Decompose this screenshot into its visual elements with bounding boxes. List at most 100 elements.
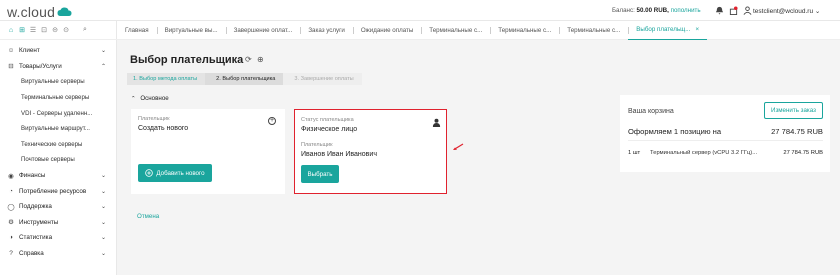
tab-label: Терминальные с... [429,26,483,34]
cart-item-qty: 1 шт [628,150,641,156]
section-header[interactable]: ⌃ Основное [131,95,169,102]
tab[interactable]: Ожидание оплаты [352,21,421,40]
plus-circle-icon[interactable]: + [268,117,276,125]
payer-label: Плательщик [301,142,333,148]
search-icon[interactable]: ⌕ [81,26,89,34]
payer-value: Создать нового [138,125,189,132]
new-payer-card: Плательщик Создать нового + Добавить нов… [131,109,285,194]
person-icon [432,118,441,127]
sidebar-subitem[interactable]: Почтовые серверы [0,152,117,168]
tab-label: Ожидание оплаты [360,26,414,34]
sidebar-item-label: Инструменты [19,218,59,226]
tab[interactable]: Терминальные с... [490,21,559,40]
dashboard-icon[interactable]: ⊡ [40,26,48,34]
sidebar-item[interactable]: ☺ Клиент ⌄ [0,43,117,59]
payer-label: Плательщик [138,116,170,122]
cart-icon: ⊟ [8,63,14,71]
chevron-down-icon: ⌄ [100,48,106,55]
cart-item-name: Терминальный сервер (vCPU 3.2 ГГц)... [650,150,758,156]
sidebar-item[interactable]: ⊟ Товары/Услуги ⌃ [0,59,117,75]
add-new-payer-button[interactable]: Добавить нового [138,164,212,182]
add-new-payer-label: Добавить нового [156,169,205,177]
tab[interactable]: Завершение оплат... [225,21,301,40]
toolbar: ⌂ ⊞ ☰ ⊡ ⊝ ⊙ ⌕ [0,21,117,40]
sidebar-item-label: Финансы [19,172,46,180]
sidebar-item[interactable]: ◔ Потребление ресурсов ⌄ [0,183,117,199]
logo-text: w.cloud [7,4,56,20]
menu-icon[interactable]: ⊙ [62,26,70,34]
balance-value: 50.00 RUB, [636,7,669,14]
cart-panel: Ваша корзина Изменить заказ Оформляем 1 … [620,95,830,172]
sidebar-item-label: Поддержка [19,203,52,211]
circle-icon[interactable]: ⊝ [51,26,59,34]
chevron-up-icon: ⌃ [100,63,106,70]
sidebar-item-label: Потребление ресурсов [19,187,87,195]
tab[interactable]: Главная [117,21,157,40]
balance-label: Баланс: [612,7,635,14]
sidebar-subitem[interactable]: Терминальные серверы [0,90,117,106]
payer-value: Иванов Иван Иванович [301,151,377,158]
payer-status-label: Статус плательщика [301,117,354,123]
sidebar-subitem[interactable]: VDI - Серверы удаленн... [0,105,117,121]
select-payer-button[interactable]: Выбрать [301,165,339,183]
sidebar-item[interactable]: ? Справка ⌄ [0,246,117,262]
home-icon[interactable]: ⌂ [7,26,15,34]
tab[interactable]: Терминальные с... [559,21,628,40]
sidebar: ⌂ ⊞ ☰ ⊡ ⊝ ⊙ ⌕ ☺ Клиент ⌄ ⊟ Товары/Услуги ⌃ Вир… [0,21,117,275]
close-icon[interactable]: × [695,26,699,33]
sidebar-item[interactable]: ⚙ Инструменты ⌄ [0,215,117,231]
divider [628,140,823,141]
sitemap-icon[interactable]: ⊞ [18,26,26,34]
sidebar-item[interactable]: ◯ Поддержка ⌄ [0,199,117,215]
support-icon: ◯ [7,203,15,211]
tab-label: Виртуальные вы... [164,26,218,34]
sidebar-item[interactable]: ◉ Финансы ⌄ [0,168,117,184]
topup-link[interactable]: пополнить [671,7,701,14]
chevron-up-icon: ⌃ [131,96,136,102]
step-3: 3. Завершение оплаты [283,73,362,85]
tab-bar: Главная Виртуальные вы... Завершение оплат… [117,21,840,40]
sidebar-item-label: Клиент [19,47,40,55]
existing-payer-card[interactable]: Статус плательщика Физическое лицо Плате… [294,109,447,194]
step-1[interactable]: 1. Выбор метода оплаты [127,73,206,85]
stats-icon: ◑ [9,234,13,242]
user-menu[interactable]: testclient@wcloud.ru ⌄ [753,7,820,15]
tab-label: Терминальные с... [498,26,552,34]
tab-label: Главная [125,26,149,34]
sidebar-subitem[interactable]: Технические серверы [0,137,117,153]
cart-total: 27 784.75 RUB [771,127,823,136]
chevron-down-icon: ⌄ [100,188,106,195]
top-bar: w.cloud Баланс: 50.00 RUB, пополнить tes… [0,0,840,21]
tab-label: Выбор плательщ... [636,26,691,33]
step-2: 2. Выбор плательщика [205,73,284,85]
sidebar-item-label: Статистика [19,234,53,242]
tab-label: Заказ услуги [308,26,345,34]
sidebar-subitem[interactable]: Виртуальные маршрут... [0,121,117,137]
refresh-icon[interactable]: ⟳ [245,55,252,64]
pie-chart-icon: ◔ [9,187,13,195]
tab[interactable]: Виртуальные вы... [156,21,226,40]
tab[interactable]: Заказ услуги [300,21,353,40]
tab[interactable]: Терминальные с... [421,21,490,40]
sidebar-item-label: Товары/Услуги [19,62,62,70]
user-icon[interactable] [742,5,752,15]
list-icon[interactable]: ☰ [29,26,37,34]
logo[interactable]: w.cloud [7,4,72,20]
page-title: Выбор плательщика [130,54,244,66]
sidebar-item[interactable]: ◑ Статистика ⌄ [0,230,117,246]
tab-label: Терминальные с... [567,26,621,34]
cancel-link[interactable]: Отмена [137,213,159,220]
user-email: testclient@wcloud.ru [753,8,814,15]
chevron-down-icon: ⌄ [100,204,106,211]
cart-item-price: 27 784.75 RUB [783,150,823,156]
gift-icon[interactable] [728,5,738,15]
plus-circle-icon [145,169,154,177]
chevron-down-icon: ⌄ [100,235,106,242]
edit-order-button[interactable]: Изменить заказ [764,102,823,119]
tab-active[interactable]: Выбор плательщ... × [628,21,708,40]
notifications-icon[interactable] [714,5,724,15]
steps: 1. Выбор метода оплаты 2. Выбор плательщ… [127,73,362,85]
globe-icon[interactable]: ⊕ [257,55,264,64]
sidebar-subitem[interactable]: Виртуальные серверы [0,74,117,90]
help-icon: ? [9,250,13,258]
